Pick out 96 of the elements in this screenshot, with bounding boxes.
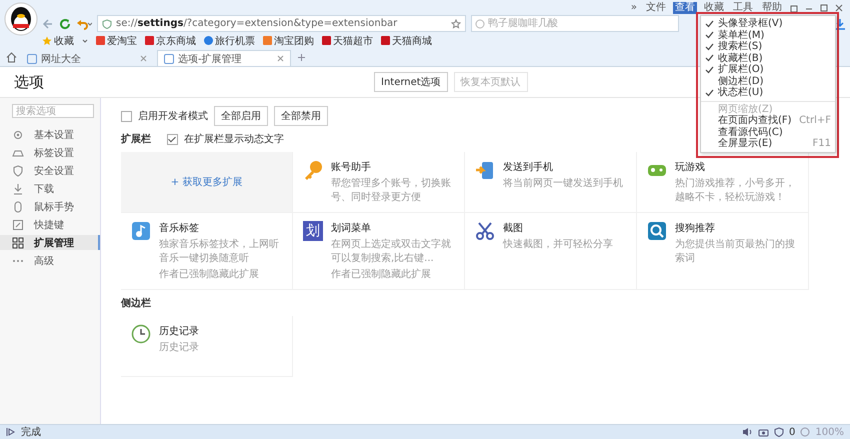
scissors-icon <box>475 221 495 241</box>
extension-description: 历史记录 <box>159 340 199 354</box>
menu-item[interactable]: 工具 <box>731 2 755 14</box>
extension-description: 将当前网页一键发送到手机 <box>503 176 623 190</box>
clock-icon <box>131 324 151 344</box>
star-outline-icon[interactable] <box>451 18 461 28</box>
menu-item[interactable]: 在页面内查找(F) Ctrl+F <box>701 115 835 126</box>
extension-title: 发送到手机 <box>503 160 554 174</box>
bookmark-link[interactable]: 旅行机票 <box>215 34 255 48</box>
extension-description: 快速截图，并可轻松分享 <box>503 238 613 251</box>
page-title: 选项 <box>14 72 45 92</box>
undo-icon[interactable] <box>76 18 92 30</box>
extension-title: 截图 <box>503 222 524 235</box>
bookmark-link[interactable]: 收藏 <box>54 34 74 48</box>
search-field[interactable]: 搜索选项 <box>12 104 94 118</box>
extension-title: 音乐标签 <box>159 222 200 235</box>
sidebar-item[interactable]: 标签设置 <box>0 145 100 160</box>
grid-icon <box>12 236 24 248</box>
shield-icon <box>102 18 112 28</box>
extension-description: 热门游戏推荐，小号多开，越略不卡，轻松玩游戏！ <box>675 176 796 204</box>
download-icon[interactable] <box>834 18 846 30</box>
check-icon <box>705 88 714 97</box>
menu-item[interactable]: 状态栏(U) <box>701 87 835 98</box>
menu-item[interactable]: 搜索栏(S) <box>701 41 835 52</box>
extension-description: 作者已强制隐藏此扩展 <box>159 268 260 281</box>
gear-icon <box>12 128 24 140</box>
extension-description: 作者已强制隐藏此扩展 <box>331 268 432 281</box>
sidebar-item[interactable]: 高级 <box>0 253 100 268</box>
sidebar-item[interactable]: 安全设置 <box>0 163 100 178</box>
extension-title: 划词菜单 <box>331 222 372 235</box>
bookmark-link[interactable]: 天猫超市 <box>333 34 373 48</box>
menu-item[interactable]: » <box>628 2 639 14</box>
refresh-icon[interactable] <box>59 18 71 30</box>
sidebar-item[interactable]: 鼠标手势 <box>0 199 100 214</box>
sidebar-toggle-icon[interactable] <box>6 427 16 437</box>
sidebar-item[interactable]: 下载 <box>0 181 100 196</box>
add-extension-link[interactable]: + 获取更多扩展 <box>170 175 242 189</box>
magnifier-icon <box>647 221 667 241</box>
checkbox[interactable] <box>167 134 178 144</box>
section-title: 侧边栏 <box>121 296 151 310</box>
extension-title: 历史记录 <box>159 324 199 338</box>
extension-description: 独家音乐标签技术，上网听音乐一键切换随意听 <box>159 238 280 265</box>
home-icon[interactable] <box>6 52 17 62</box>
extension-title: 搜狗推荐 <box>675 222 716 235</box>
checkbox[interactable] <box>121 110 132 122</box>
bookmark-link[interactable]: 天猫商城 <box>392 34 432 48</box>
menu-item[interactable]: 全屏显示(E) F11 <box>701 138 835 150</box>
blocked-count: 0 <box>789 426 796 438</box>
close-icon[interactable] <box>834 3 844 13</box>
menu-item[interactable]: 查看源代码(C) <box>701 126 835 138</box>
maximize-icon[interactable] <box>819 3 829 13</box>
speaker-icon[interactable] <box>742 427 754 437</box>
search-input[interactable]: 鸭子腿咖啡几酸 <box>488 18 668 29</box>
sidebar-item[interactable]: 扩展管理 <box>0 235 100 250</box>
extension-icon: 划 <box>303 221 323 241</box>
mouse-icon <box>12 200 24 212</box>
menu-item[interactable]: 扩展栏(O) <box>701 64 835 76</box>
menu-item[interactable]: 文件 <box>644 2 668 14</box>
header-button[interactable]: Internet选项 <box>374 72 448 92</box>
toolbar-button[interactable]: 全部启用 <box>214 106 268 126</box>
search-field[interactable]: 鸭子腿咖啡几酸 <box>471 15 679 32</box>
menu-item[interactable]: 收藏栏(B) <box>701 52 835 64</box>
bookmark-link[interactable]: 淘宝团购 <box>274 34 314 48</box>
music-icon <box>131 221 151 241</box>
menu-item[interactable]: 查看 <box>673 2 697 14</box>
camera-icon[interactable] <box>758 427 770 437</box>
shield-icon[interactable] <box>774 427 784 437</box>
extension-title: 玩游戏 <box>675 160 706 174</box>
menu-item[interactable]: 帮助 <box>760 2 784 14</box>
extension-title: 账号助手 <box>331 160 372 174</box>
menu-item[interactable]: 收藏 <box>702 2 726 14</box>
download-icon <box>12 182 24 194</box>
toolbar-button[interactable]: 全部禁用 <box>274 106 328 126</box>
add-extension-panel[interactable]: + 获取更多扩展 <box>121 152 293 213</box>
star-icon <box>42 36 52 46</box>
close-icon[interactable] <box>277 55 284 62</box>
status-text: 完成 <box>21 426 41 439</box>
section-title: 扩展栏 <box>121 132 151 146</box>
menu-item[interactable]: 菜单栏(M) <box>701 30 835 41</box>
penguin-avatar-icon[interactable] <box>4 2 38 36</box>
extension-description: 为您提供当前页最热门的搜索词 <box>675 238 796 265</box>
extension-description: 在网页上选定或双击文字就可以复制搜索,比右键... <box>331 238 452 265</box>
shield-icon <box>12 164 24 176</box>
browser-tab[interactable]: 选项-扩展管理 <box>157 50 291 66</box>
sidebar-item[interactable]: 基本设置 <box>0 127 100 142</box>
address-field[interactable]: se://settings/?category=extension&type=extensionbar <box>97 15 466 32</box>
browser-tab[interactable]: 网址大全 <box>21 51 153 66</box>
bookmark-link[interactable]: 京东商城 <box>156 34 196 48</box>
phone-icon <box>475 160 495 180</box>
bookmark-link[interactable]: 爱淘宝 <box>107 34 137 48</box>
checkbox-label: 在扩展栏显示动态文字 <box>184 132 284 146</box>
menu-item[interactable]: 侧边栏(D) <box>701 76 835 87</box>
checkbox-label: 启用开发者模式 <box>138 110 208 123</box>
menu-item[interactable]: 头像登录框(V) <box>701 18 835 30</box>
sidebar-item[interactable]: 快捷键 <box>0 217 100 232</box>
extension-description: 帮您管理多个账号，切换账号、同时登录更方便 <box>331 176 452 204</box>
